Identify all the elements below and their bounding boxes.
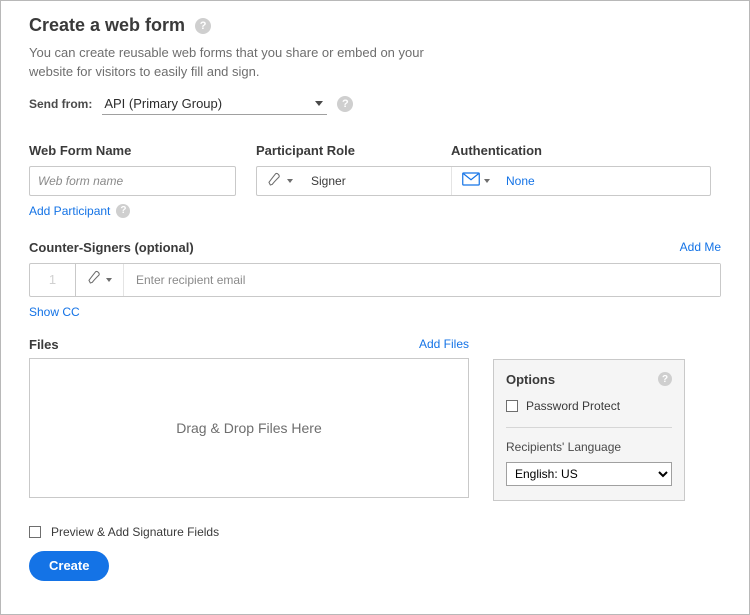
chevron-down-icon (315, 101, 323, 106)
options-panel: Options ? Password Protect Recipients' L… (493, 359, 685, 501)
show-cc-link[interactable]: Show CC (29, 305, 721, 319)
password-protect-label: Password Protect (526, 399, 620, 413)
recipients-language-label: Recipients' Language (506, 440, 672, 454)
dropzone-text: Drag & Drop Files Here (176, 420, 322, 436)
files-head: Files Add Files (29, 337, 469, 352)
files-and-options-row: Files Add Files Drag & Drop Files Here O… (29, 337, 721, 501)
options-head: Options ? (506, 372, 672, 387)
send-from-label: Send from: (29, 97, 92, 111)
add-participant-row: Add Participant ? (29, 204, 721, 218)
help-icon[interactable]: ? (337, 96, 353, 112)
options-divider (506, 427, 672, 428)
web-form-name-column: Web Form Name (29, 143, 236, 196)
web-form-name-label: Web Form Name (29, 143, 236, 158)
chevron-down-icon (106, 278, 112, 282)
help-icon[interactable]: ? (195, 18, 211, 34)
chevron-down-icon (287, 179, 293, 183)
counter-index: 1 (30, 264, 76, 296)
authentication-label: Authentication (451, 143, 542, 158)
mail-icon (462, 172, 480, 189)
send-from-row: Send from: API (Primary Group) ? (29, 94, 721, 115)
options-label: Options (506, 372, 555, 387)
page-title-text: Create a web form (29, 15, 185, 36)
counter-signers-head: Counter-Signers (optional) Add Me (29, 240, 721, 255)
web-form-name-input[interactable] (29, 166, 236, 196)
add-participant-link[interactable]: Add Participant (29, 204, 110, 218)
files-column: Files Add Files Drag & Drop Files Here (29, 337, 469, 498)
file-dropzone[interactable]: Drag & Drop Files Here (29, 358, 469, 498)
help-icon[interactable]: ? (116, 204, 130, 218)
participant-role-select[interactable]: Signer (257, 167, 452, 195)
add-me-link[interactable]: Add Me (680, 240, 721, 254)
page-title: Create a web form ? (29, 15, 721, 36)
authentication-value: None (506, 174, 535, 188)
counter-email-input[interactable] (124, 264, 720, 296)
chevron-down-icon (484, 179, 490, 183)
create-button[interactable]: Create (29, 551, 109, 581)
intro-text: You can create reusable web forms that y… (29, 44, 459, 82)
password-protect-row: Password Protect (506, 399, 672, 413)
password-protect-checkbox[interactable] (506, 400, 518, 412)
authentication-select[interactable]: None (452, 167, 710, 195)
participant-role-label: Participant Role (256, 143, 431, 158)
help-icon[interactable]: ? (658, 372, 672, 386)
counter-role-select[interactable] (76, 264, 124, 296)
recipients-language-select[interactable]: English: US (506, 462, 672, 486)
preview-checkbox[interactable] (29, 526, 41, 538)
pen-icon (267, 171, 283, 190)
role-auth-column: Participant Role Authentication Signer (256, 143, 721, 196)
preview-row: Preview & Add Signature Fields (29, 525, 721, 539)
primary-fields-row: Web Form Name Participant Role Authentic… (29, 143, 721, 196)
pen-icon (87, 269, 103, 290)
add-files-link[interactable]: Add Files (419, 337, 469, 351)
send-from-select[interactable]: API (Primary Group) (102, 94, 327, 115)
counter-signers-label: Counter-Signers (optional) (29, 240, 194, 255)
files-label: Files (29, 337, 59, 352)
counter-signer-row: 1 (29, 263, 721, 297)
participant-role-value: Signer (311, 174, 346, 188)
role-auth-box: Signer None (256, 166, 711, 196)
page-container: Create a web form ? You can create reusa… (0, 0, 750, 615)
send-from-value: API (Primary Group) (104, 96, 222, 111)
preview-label: Preview & Add Signature Fields (51, 525, 219, 539)
